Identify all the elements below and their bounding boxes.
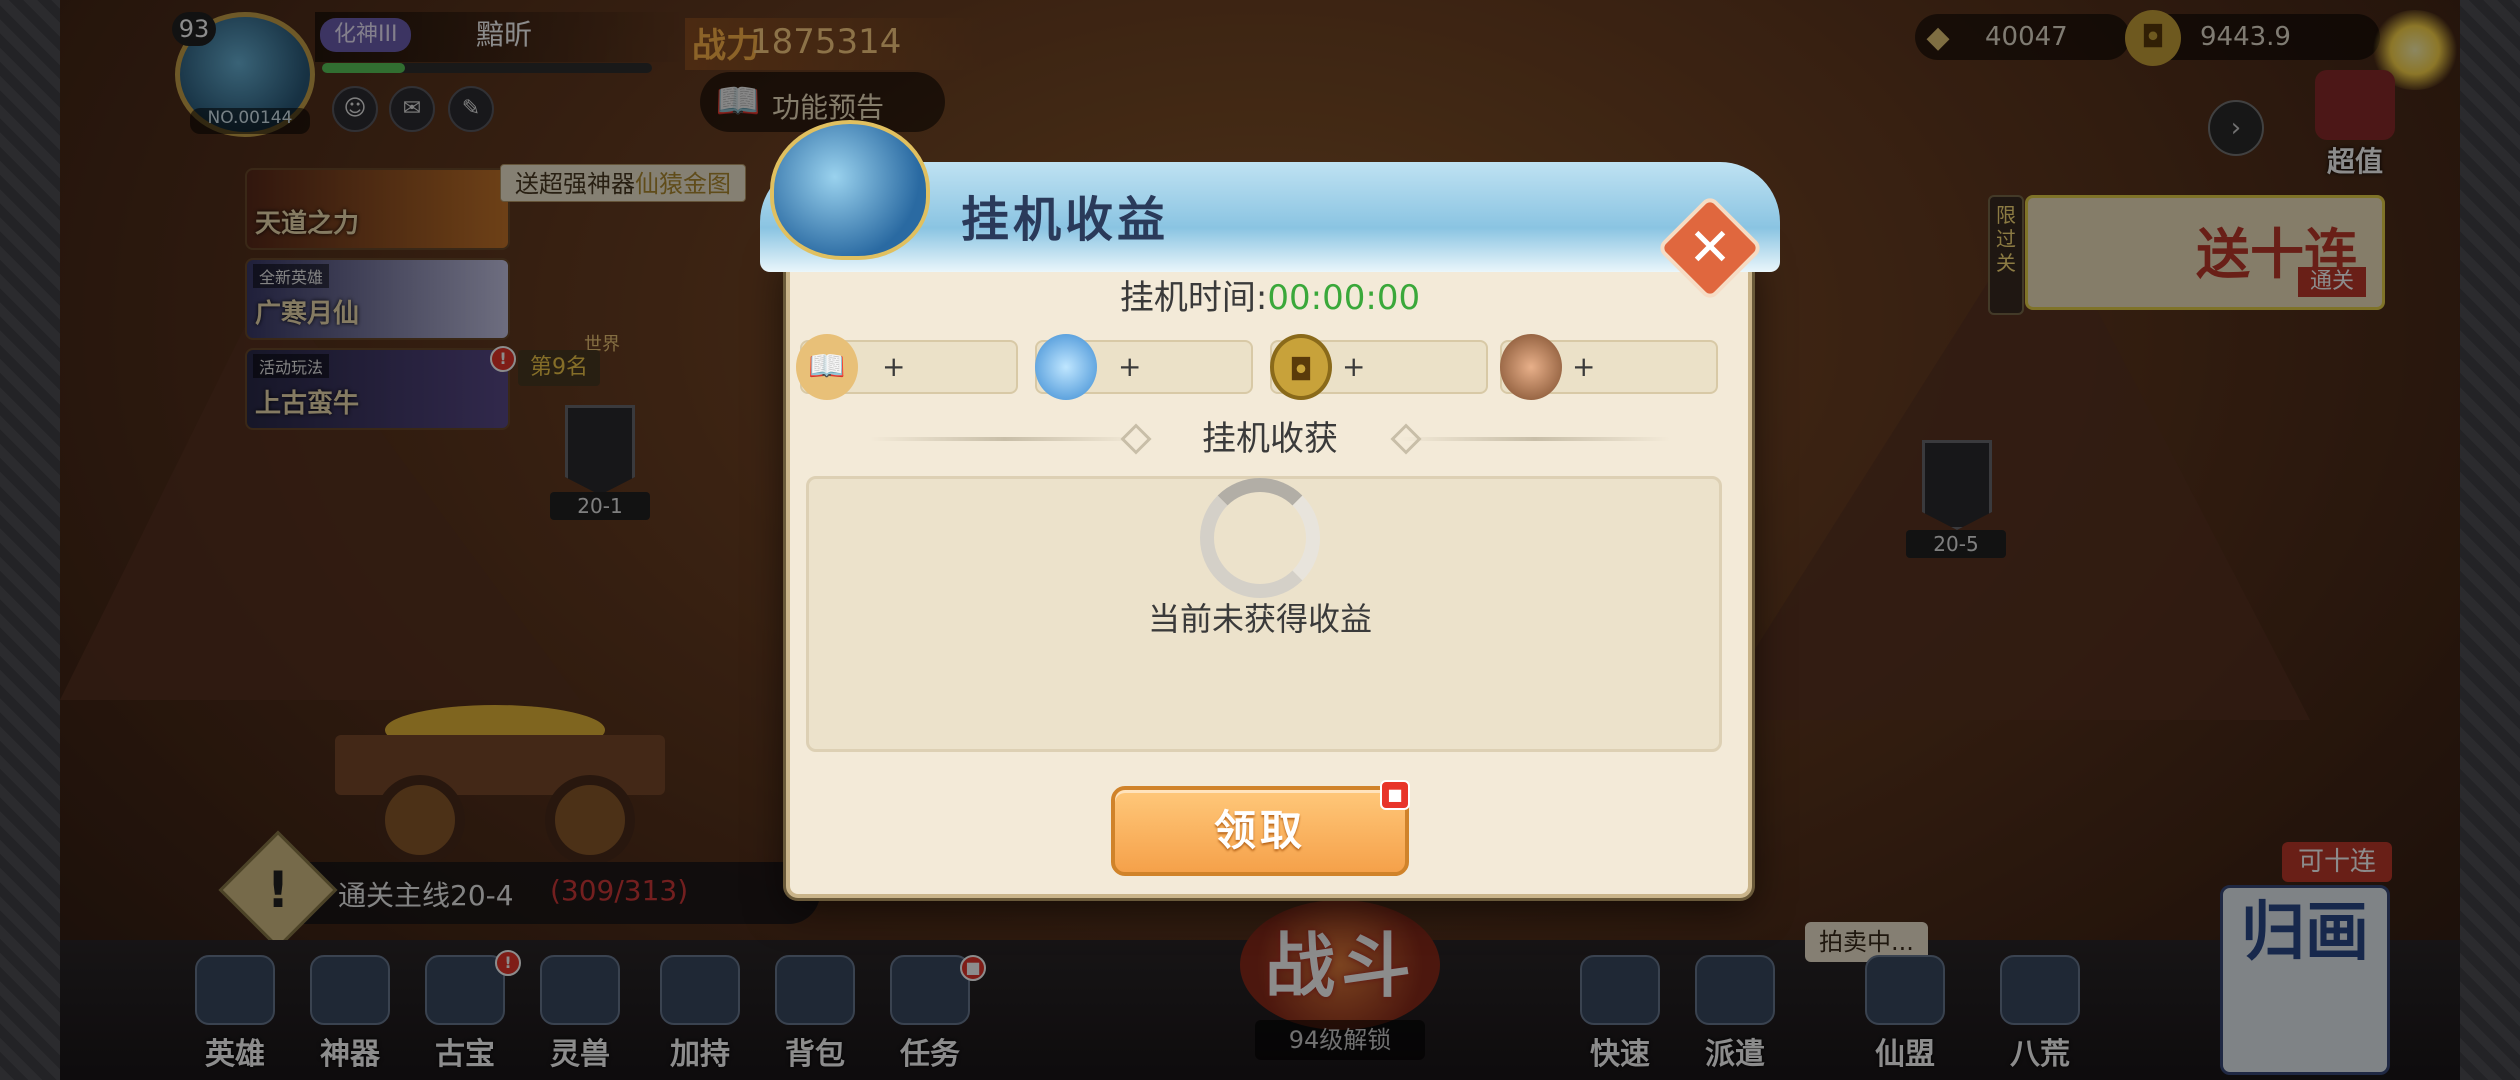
gift-icon: ■ <box>1380 780 1410 810</box>
ore-icon <box>1500 334 1562 400</box>
divider <box>1400 437 1670 441</box>
gains-heading: 挂机收获 <box>1202 419 1338 459</box>
idle-time-label: 挂机时间: <box>1119 278 1268 318</box>
close-icon: ✕ <box>1688 218 1732 278</box>
dialog-title: 挂机收益 <box>960 192 1169 248</box>
idle-time-value: 00:00:00 <box>1267 278 1421 318</box>
reward-amount: + <box>882 350 906 383</box>
empty-gains-text: 当前未获得收益 <box>1147 600 1372 638</box>
exp-book-icon: 📖 <box>796 334 858 400</box>
reward-amount: + <box>1342 350 1366 383</box>
reward-amount: + <box>1118 350 1142 383</box>
right-border <box>2460 0 2520 1080</box>
loading-spinner-icon <box>1200 478 1320 598</box>
claim-button[interactable]: 领取 <box>1111 786 1409 876</box>
divider <box>870 437 1140 441</box>
spirit-orb-icon <box>1035 334 1097 400</box>
reward-amount: + <box>1572 350 1596 383</box>
whale-icon <box>770 120 930 260</box>
idle-time: 挂机时间:00:00:00 <box>1100 275 1440 321</box>
copper-coin-icon: ◘ <box>1270 334 1332 400</box>
left-border <box>0 0 60 1080</box>
